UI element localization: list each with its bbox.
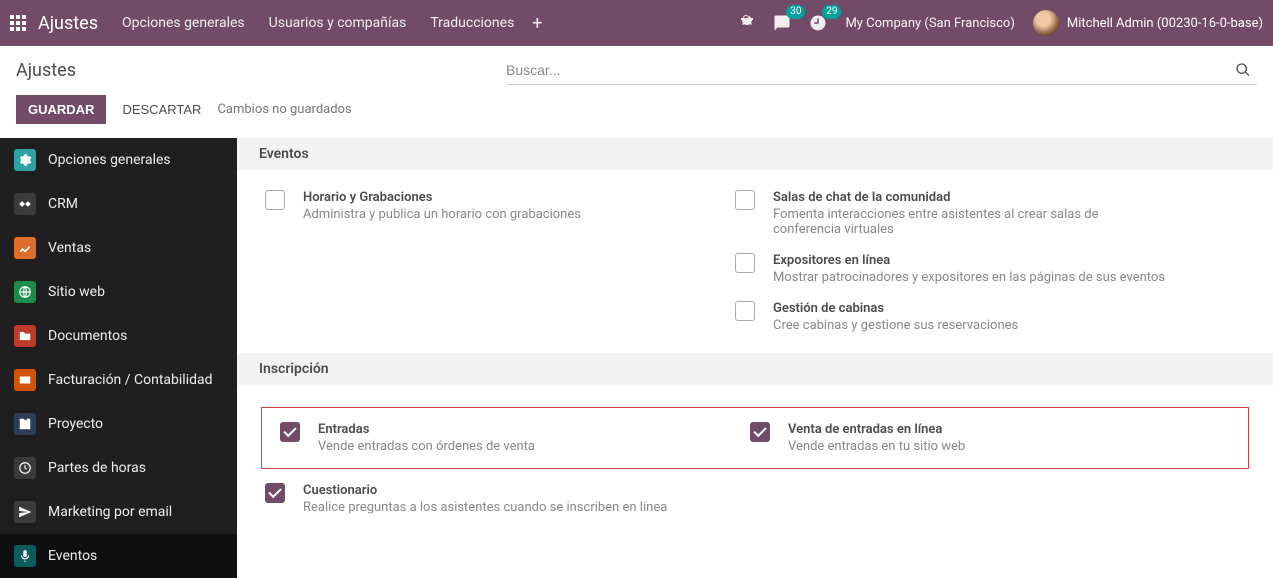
- sidebar-item-label: Ventas: [48, 240, 91, 256]
- unsaved-label: Cambios no guardados: [217, 102, 351, 117]
- search-icon[interactable]: [1229, 62, 1257, 78]
- sidebar-item-project[interactable]: Proyecto: [0, 402, 237, 446]
- opt-questionnaire: Cuestionario Realice preguntas a los asis…: [247, 475, 717, 523]
- sidebar-item-label: Opciones generales: [48, 152, 171, 168]
- opt-title: Expositores en línea: [773, 253, 1165, 268]
- top-menu: Opciones generales Usuarios y compañías …: [122, 15, 514, 31]
- subheader: Ajustes: [0, 46, 1273, 85]
- app-brand[interactable]: Ajustes: [38, 13, 98, 34]
- user-menu[interactable]: Mitchell Admin (00230-16-0-base): [1033, 10, 1263, 36]
- topbar-right: 30 29 My Company (San Francisco) Mitchel…: [739, 10, 1263, 36]
- sidebar-item-general[interactable]: Opciones generales: [0, 138, 237, 182]
- checkbox-schedule[interactable]: [265, 190, 285, 210]
- messages-badge: 30: [786, 5, 805, 19]
- section-registration-head: Inscripción: [237, 353, 1273, 385]
- sidebar-item-label: Facturación / Contabilidad: [48, 372, 213, 388]
- checkbox-tickets[interactable]: [280, 422, 300, 442]
- activities-icon[interactable]: 29: [809, 14, 827, 32]
- sidebar-item-sales[interactable]: Ventas: [0, 226, 237, 270]
- search-wrap: [506, 56, 1257, 85]
- avatar: [1033, 10, 1059, 36]
- action-row: GUARDAR DESCARTAR Cambios no guardados: [0, 85, 1273, 138]
- highlighted-row: Entradas Vende entradas con órdenes de ve…: [261, 407, 1249, 469]
- opt-desc: Fomenta interacciones entre asistentes a…: [773, 207, 1169, 237]
- money-icon: [14, 369, 36, 391]
- puzzle-icon: [14, 413, 36, 435]
- bar-chart-icon: [14, 237, 36, 259]
- opt-title: Entradas: [318, 422, 535, 437]
- checkbox-questionnaire[interactable]: [265, 483, 285, 503]
- opt-desc: Vende entradas en tu sitio web: [788, 439, 965, 454]
- menu-general[interactable]: Opciones generales: [122, 15, 245, 31]
- opt-title: Salas de chat de la comunidad: [773, 190, 1169, 205]
- sidebar-item-label: Partes de horas: [48, 460, 146, 476]
- checkbox-booths[interactable]: [735, 301, 755, 321]
- section-events-body: Horario y Grabaciones Administra y public…: [237, 170, 1273, 353]
- apps-icon[interactable]: [10, 15, 26, 31]
- opt-desc: Realice preguntas a los asistentes cuand…: [303, 500, 667, 515]
- page-title: Ajustes: [16, 60, 76, 81]
- folder-icon: [14, 325, 36, 347]
- sidebar-item-accounting[interactable]: Facturación / Contabilidad: [0, 358, 237, 402]
- opt-online-tickets: Venta de entradas en línea Vende entradas…: [732, 414, 1202, 462]
- search-input[interactable]: [506, 56, 1229, 84]
- content: Eventos Horario y Grabaciones Administra …: [237, 138, 1273, 578]
- opt-online-exhibitors: Expositores en línea Mostrar patrocinador…: [717, 245, 1187, 293]
- opt-desc: Vende entradas con órdenes de venta: [318, 439, 535, 454]
- sidebar-item-label: Documentos: [48, 328, 127, 344]
- microphone-icon: [14, 545, 36, 567]
- checkbox-online-exhibitors[interactable]: [735, 253, 755, 273]
- gear-icon: [14, 149, 36, 171]
- opt-community-chat: Salas de chat de la comunidad Fomenta int…: [717, 182, 1187, 245]
- sidebar-item-timesheets[interactable]: Partes de horas: [0, 446, 237, 490]
- opt-booths: Gestión de cabinas Cree cabinas y gestion…: [717, 293, 1187, 341]
- sidebar-item-documents[interactable]: Documentos: [0, 314, 237, 358]
- checkbox-online-tickets[interactable]: [750, 422, 770, 442]
- opt-title: Horario y Grabaciones: [303, 190, 581, 205]
- topbar: Ajustes Opciones generales Usuarios y co…: [0, 0, 1273, 46]
- sidebar-item-label: Eventos: [48, 548, 97, 564]
- handshake-icon: [14, 193, 36, 215]
- messages-icon[interactable]: 30: [773, 14, 791, 32]
- save-button[interactable]: GUARDAR: [16, 95, 106, 124]
- section-registration-body: Entradas Vende entradas con órdenes de ve…: [237, 385, 1273, 535]
- paper-plane-icon: [14, 501, 36, 523]
- opt-desc: Administra y publica un horario con grab…: [303, 207, 581, 222]
- company-switcher[interactable]: My Company (San Francisco): [845, 16, 1014, 31]
- opt-desc: Mostrar patrocinadores y expositores en …: [773, 270, 1165, 285]
- sidebar-item-label: Marketing por email: [48, 504, 172, 520]
- sidebar-item-website[interactable]: Sitio web: [0, 270, 237, 314]
- sidebar-item-events[interactable]: Eventos: [0, 534, 237, 578]
- activities-badge: 29: [822, 5, 841, 19]
- globe-icon: [14, 281, 36, 303]
- opt-title: Venta de entradas en línea: [788, 422, 965, 437]
- opt-tickets: Entradas Vende entradas con órdenes de ve…: [262, 414, 732, 462]
- menu-translations[interactable]: Traducciones: [430, 15, 514, 31]
- opt-title: Cuestionario: [303, 483, 667, 498]
- section-events-head: Eventos: [237, 138, 1273, 170]
- opt-title: Gestión de cabinas: [773, 301, 1018, 316]
- opt-schedule: Horario y Grabaciones Administra y public…: [247, 182, 717, 230]
- checkbox-community-chat[interactable]: [735, 190, 755, 210]
- events-right-col: Salas de chat de la comunidad Fomenta int…: [717, 182, 1187, 341]
- menu-users[interactable]: Usuarios y compañías: [269, 15, 407, 31]
- sidebar-item-label: CRM: [48, 196, 78, 212]
- sidebar-item-label: Proyecto: [48, 416, 103, 432]
- add-menu-icon[interactable]: +: [532, 13, 542, 34]
- sidebar-item-email-marketing[interactable]: Marketing por email: [0, 490, 237, 534]
- clock-icon: [14, 457, 36, 479]
- debug-icon[interactable]: [739, 15, 755, 31]
- sidebar-item-crm[interactable]: CRM: [0, 182, 237, 226]
- sidebar: Opciones generales CRM Ventas Sitio web …: [0, 138, 237, 578]
- sidebar-item-label: Sitio web: [48, 284, 105, 300]
- discard-button[interactable]: DESCARTAR: [122, 102, 201, 117]
- body: Opciones generales CRM Ventas Sitio web …: [0, 138, 1273, 578]
- user-name: Mitchell Admin (00230-16-0-base): [1067, 16, 1263, 31]
- events-left-col: Horario y Grabaciones Administra y public…: [247, 182, 717, 341]
- opt-desc: Cree cabinas y gestione sus reservacione…: [773, 318, 1018, 333]
